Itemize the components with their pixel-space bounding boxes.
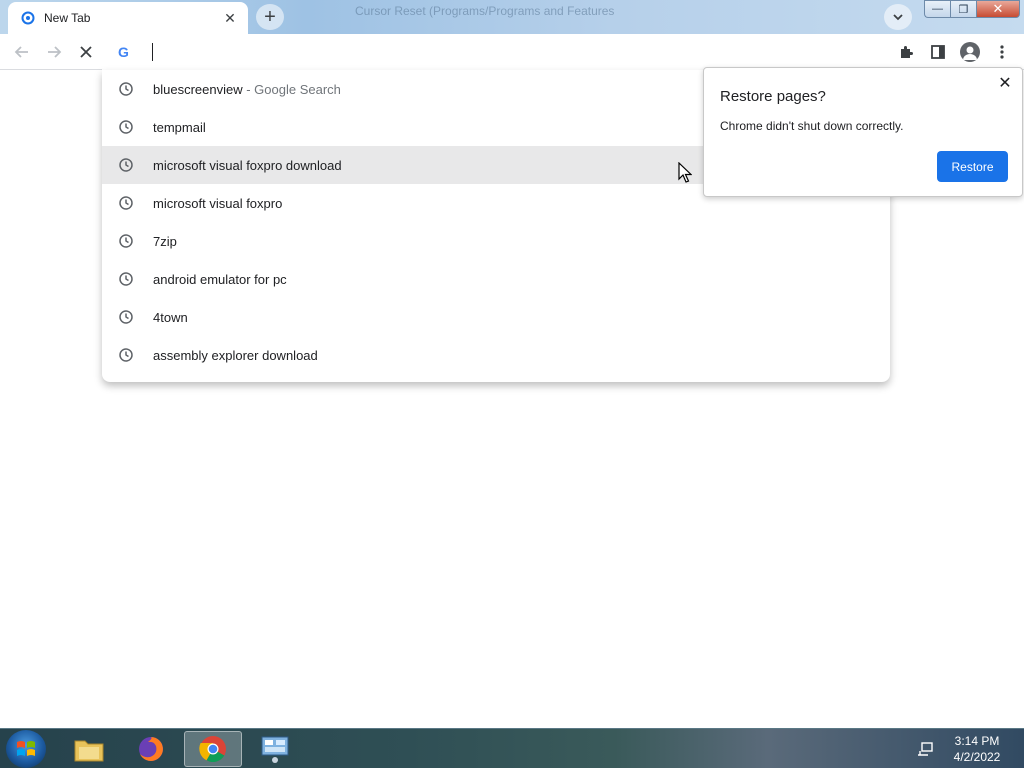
firefox-icon: [139, 737, 163, 761]
folder-icon: [74, 740, 104, 762]
taskbar-control-panel[interactable]: [246, 731, 304, 767]
history-icon: [119, 348, 133, 362]
suggestion-item[interactable]: 4town: [102, 298, 890, 336]
google-icon: G: [118, 44, 129, 60]
suggestion-text: tempmail: [153, 119, 206, 135]
suggestion-text: android emulator for pc: [153, 271, 287, 287]
suggestion-text: bluescreenview - Google Search: [153, 81, 341, 97]
menu-button[interactable]: [988, 38, 1016, 66]
windows-logo-icon: [17, 741, 35, 756]
clock[interactable]: 3:14 PM 4/2/2022: [942, 733, 1012, 765]
suggestion-text: 4town: [153, 309, 188, 325]
history-icon: [119, 272, 133, 286]
suggestion-text: 7zip: [153, 233, 177, 249]
minimize-button[interactable]: —: [924, 0, 950, 18]
tab-close-icon[interactable]: ✕: [222, 10, 238, 26]
back-button[interactable]: [8, 38, 36, 66]
history-icon: [119, 82, 133, 96]
restore-button[interactable]: Restore: [937, 151, 1008, 182]
person-icon: [963, 46, 977, 60]
taskbar-firefox[interactable]: [122, 731, 180, 767]
history-icon: [119, 234, 133, 248]
text-caret: [152, 43, 153, 61]
history-icon: [119, 310, 133, 324]
window-controls: — ❐ ✕: [924, 0, 1020, 20]
close-icon: [80, 46, 92, 58]
tab-title: New Tab: [44, 11, 91, 25]
suggestion-item[interactable]: 7zip: [102, 222, 890, 260]
avatar: [960, 42, 980, 62]
history-icon: [119, 158, 133, 172]
extensions-button[interactable]: [892, 38, 920, 66]
suggestion-text: microsoft visual foxpro download: [153, 157, 342, 173]
window-caption: Cursor Reset (Programs/Programs and Feat…: [355, 4, 615, 18]
bubble-title: Restore pages?: [720, 88, 826, 105]
profile-button[interactable]: [956, 38, 984, 66]
taskbar-chrome[interactable]: [184, 731, 242, 767]
tab-search-button[interactable]: [884, 4, 912, 30]
new-tab-button[interactable]: +: [256, 4, 284, 30]
side-panel-button[interactable]: [924, 38, 952, 66]
bubble-message: Chrome didn't shut down correctly.: [720, 119, 904, 133]
suggestion-item[interactable]: android emulator for pc: [102, 260, 890, 298]
suggestion-text: assembly explorer download: [153, 347, 318, 363]
bubble-close-icon[interactable]: ✕: [996, 74, 1014, 92]
network-icon[interactable]: [916, 741, 934, 757]
puzzle-icon: [901, 46, 913, 58]
chevron-down-icon: [893, 14, 903, 21]
arrow-right-icon: [48, 46, 62, 58]
omnibox[interactable]: G: [102, 34, 890, 70]
clock-time: 3:14 PM: [954, 734, 1000, 748]
close-window-button[interactable]: ✕: [976, 0, 1020, 18]
mouse-cursor-icon: [678, 162, 692, 183]
tab-new-tab[interactable]: New Tab ✕: [8, 2, 248, 34]
clock-date: 4/2/2022: [953, 750, 1001, 764]
stop-button[interactable]: [72, 38, 100, 66]
chrome-icon: [199, 736, 226, 763]
more-vert-icon: [1000, 45, 1004, 59]
maximize-button[interactable]: ❐: [950, 0, 976, 18]
taskbar-file-explorer[interactable]: [60, 731, 118, 767]
suggestion-text: microsoft visual foxpro: [153, 195, 283, 211]
history-icon: [119, 120, 133, 134]
forward-button[interactable]: [40, 38, 68, 66]
system-tray: 3:14 PM 4/2/2022: [908, 729, 1024, 768]
title-bar: Cursor Reset (Programs/Programs and Feat…: [0, 0, 1024, 34]
control-panel-icon: [261, 736, 289, 763]
loading-icon: [20, 10, 36, 26]
side-panel-icon: [931, 45, 945, 59]
arrow-left-icon: [14, 46, 28, 58]
start-button[interactable]: [6, 730, 46, 768]
suggestion-item[interactable]: assembly explorer download: [102, 336, 890, 374]
omnibox-input[interactable]: [152, 44, 852, 60]
history-icon: [119, 196, 133, 210]
taskbar: 3:14 PM 4/2/2022: [0, 728, 1024, 768]
restore-pages-bubble: Restore pages? ✕ Chrome didn't shut down…: [703, 67, 1023, 197]
